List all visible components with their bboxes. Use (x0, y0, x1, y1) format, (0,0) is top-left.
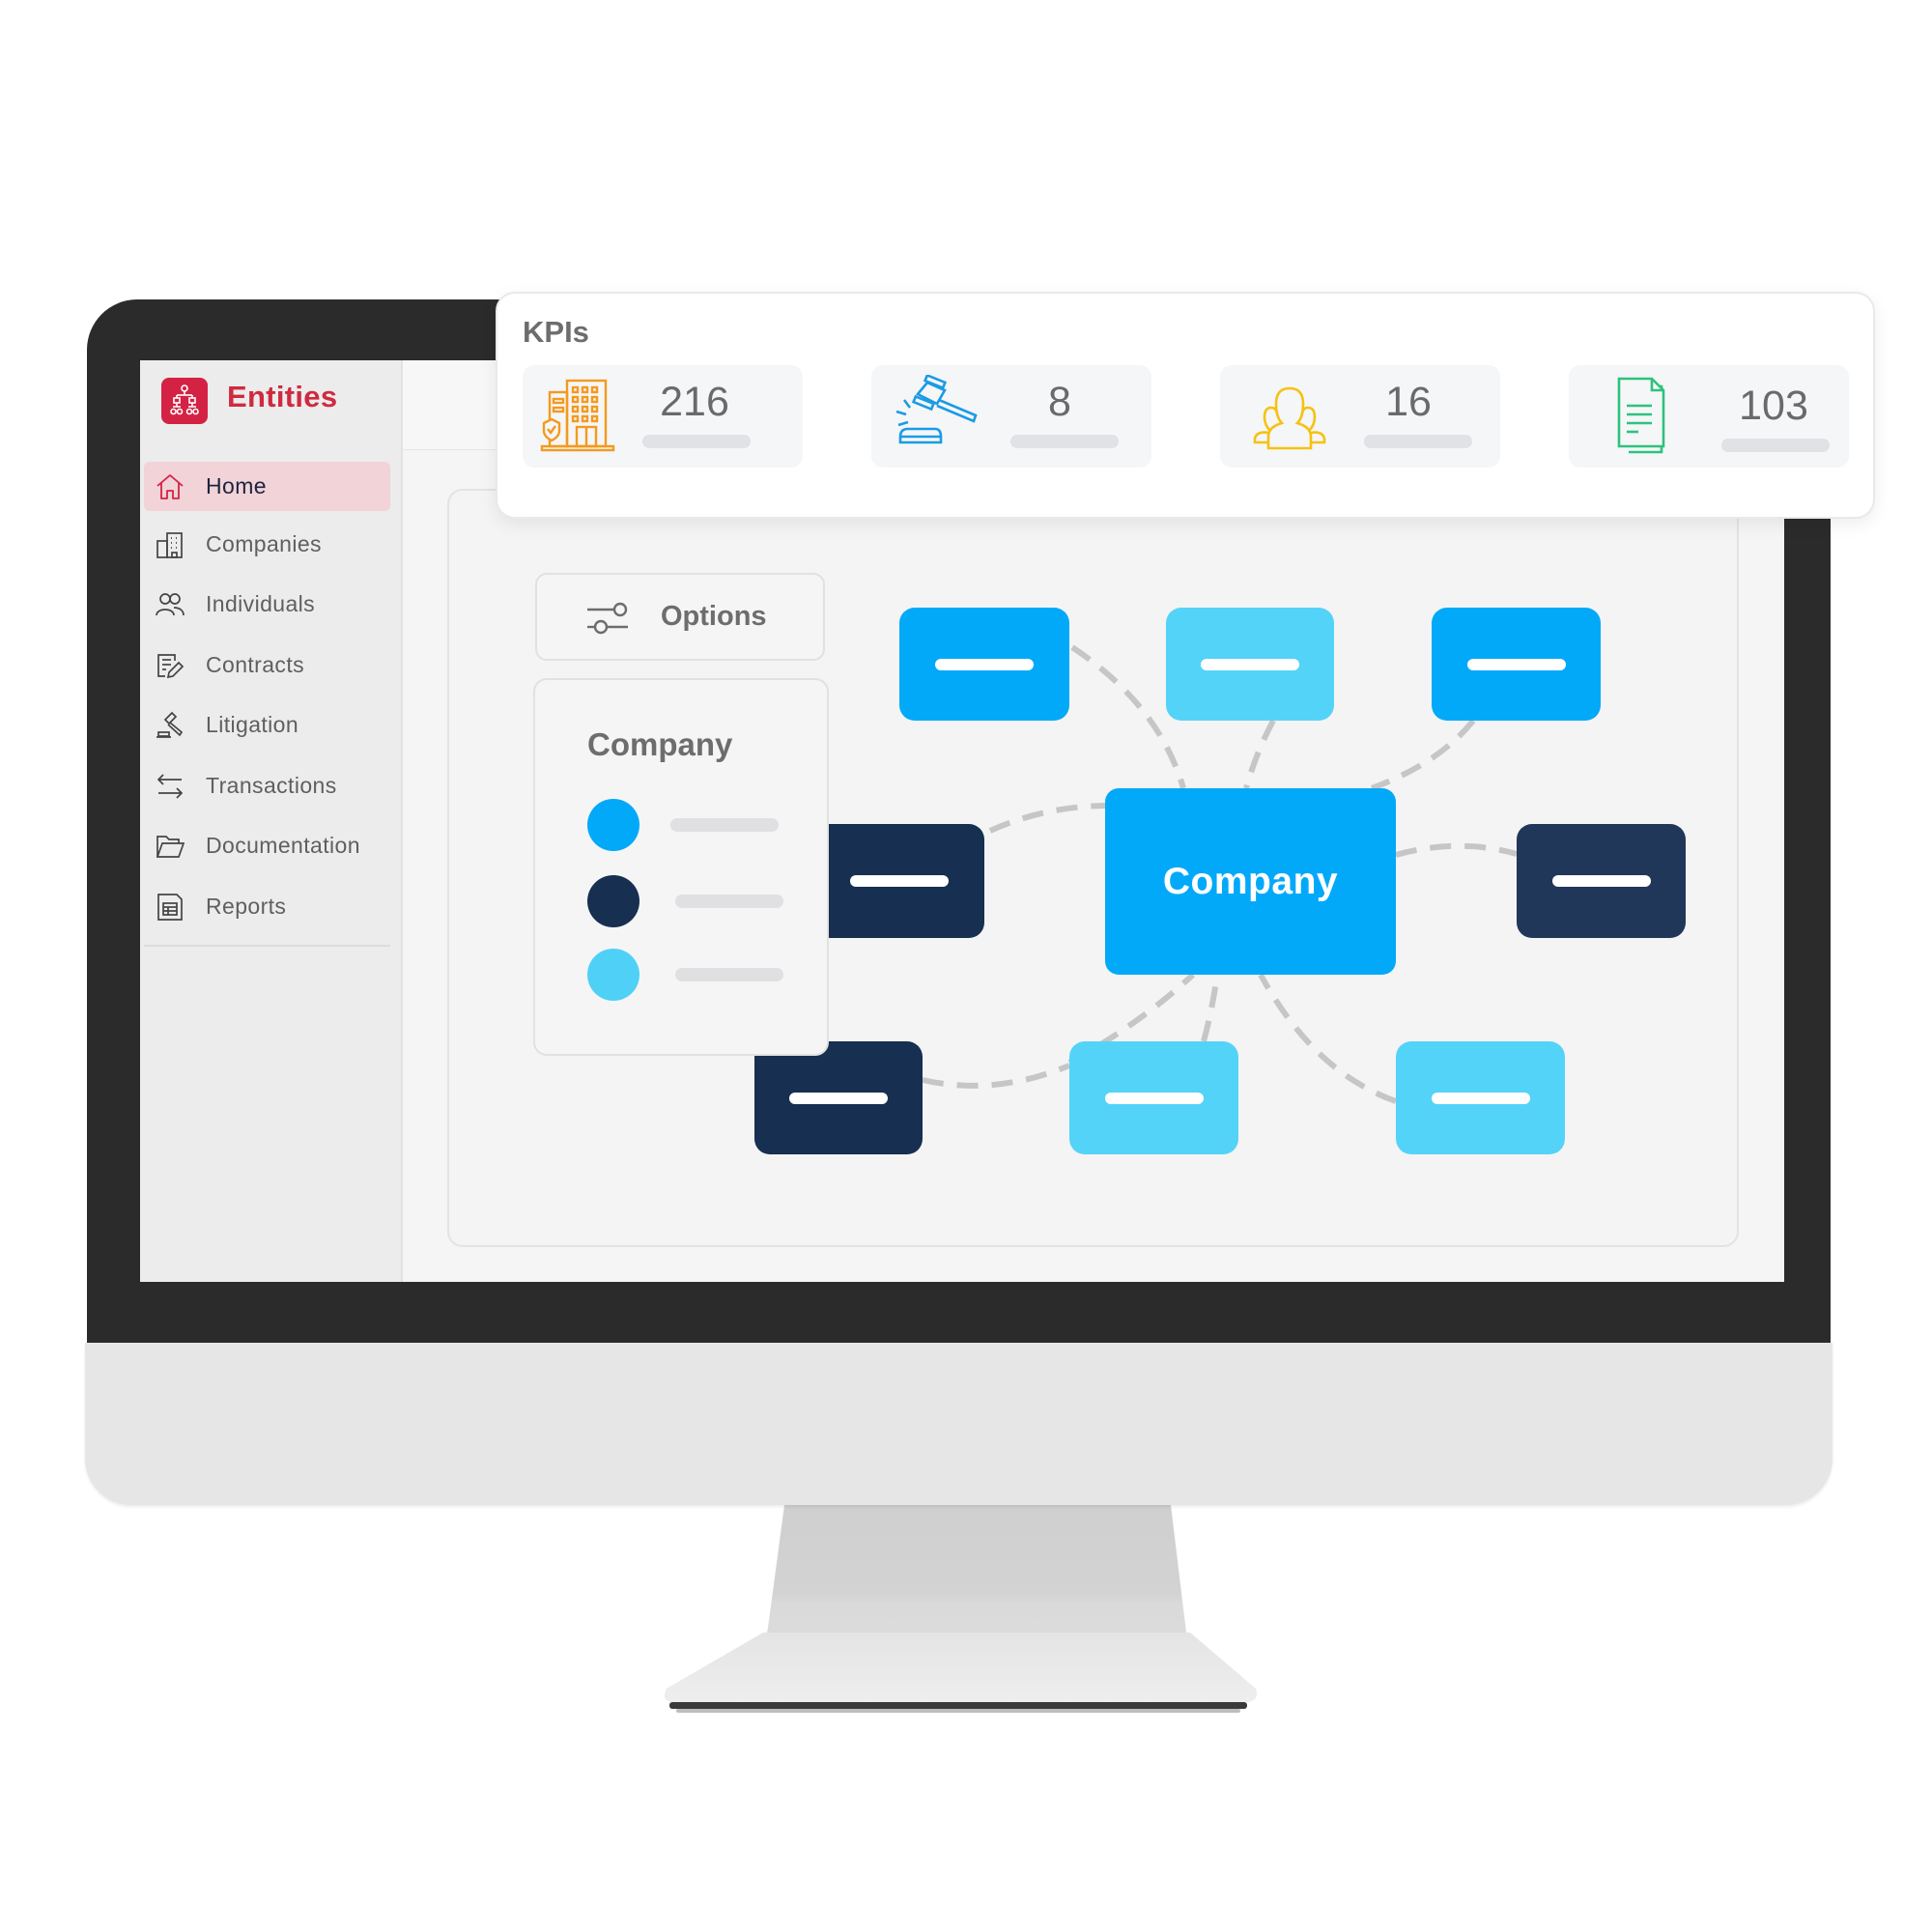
sidebar-item-documentation[interactable]: Documentation (144, 821, 390, 870)
kpi-card-companies[interactable]: 216 (523, 365, 803, 468)
kpi-value: 216 (660, 379, 729, 425)
sidebar: Entities Home Companies Individuals Cont… (140, 360, 403, 1282)
legend-label-placeholder (670, 818, 779, 832)
graph-node-middle-left[interactable] (813, 824, 984, 938)
kpi-card-documents[interactable]: 103 (1569, 365, 1849, 468)
gavel-icon (889, 373, 978, 454)
graph-node-top-left[interactable] (899, 608, 1069, 721)
center-node-label: Company (1162, 860, 1339, 902)
sidebar-item-companies[interactable]: Companies (144, 520, 390, 569)
node-label-placeholder (849, 875, 949, 887)
sidebar-divider (144, 945, 390, 947)
node-label-placeholder (1466, 658, 1566, 670)
building-shield-icon (540, 375, 617, 454)
building-icon (154, 528, 186, 561)
legend-label-placeholder (675, 895, 783, 908)
graph-node-top-right[interactable] (1432, 608, 1601, 721)
kpi-value: 103 (1739, 383, 1808, 429)
transfer-arrows-icon (154, 770, 186, 803)
sidebar-item-reports[interactable]: Reports (144, 882, 390, 931)
report-table-icon (154, 891, 186, 923)
legend-dot-light[interactable] (587, 949, 639, 1001)
graph-node-top-center[interactable] (1166, 608, 1334, 721)
graph-node-middle-right[interactable] (1517, 824, 1686, 938)
sidebar-item-label: Reports (206, 894, 287, 919)
sliders-icon (585, 598, 630, 637)
graph-node-center[interactable]: Company (1105, 788, 1396, 975)
node-label-placeholder (789, 1092, 888, 1104)
node-label-placeholder (1431, 1092, 1530, 1104)
node-label-placeholder (1551, 875, 1651, 887)
sidebar-item-contracts[interactable]: Contracts (144, 640, 390, 690)
sidebar-item-label: Individuals (206, 591, 316, 616)
kpi-label-placeholder (1364, 435, 1472, 448)
sidebar-item-label: Transactions (206, 773, 337, 798)
sidebar-item-home[interactable]: Home (144, 462, 390, 511)
options-label: Options (661, 601, 767, 632)
kpi-label-placeholder (1010, 435, 1119, 448)
kpi-card-individuals[interactable]: 16 (1220, 365, 1500, 468)
node-label-placeholder (1104, 1092, 1204, 1104)
app-title: Entities (227, 380, 338, 413)
folder-icon (154, 830, 186, 863)
sidebar-item-transactions[interactable]: Transactions (144, 761, 390, 810)
sidebar-item-individuals[interactable]: Individuals (144, 580, 390, 629)
legend-dot-blue[interactable] (587, 799, 639, 851)
legend-label-placeholder (675, 968, 783, 981)
legend-dot-navy[interactable] (587, 875, 639, 927)
documents-icon (1613, 375, 1690, 454)
kpi-value: 16 (1385, 379, 1432, 425)
node-label-placeholder (935, 658, 1034, 670)
kpi-panel: KPIs 216 8 16 103 (496, 292, 1875, 519)
contract-edit-icon (154, 649, 186, 682)
options-button[interactable]: Options (535, 573, 825, 661)
kpi-card-litigation[interactable]: 8 (871, 365, 1151, 468)
kpi-label-placeholder (642, 435, 751, 448)
sidebar-item-label: Companies (206, 531, 322, 556)
legend-title: Company (587, 726, 733, 762)
users-icon (154, 588, 186, 621)
monitor-chin (85, 1343, 1833, 1505)
legend-panel: Company (533, 678, 829, 1056)
sidebar-item-litigation[interactable]: Litigation (144, 700, 390, 750)
kpi-value: 8 (1048, 379, 1071, 425)
sidebar-item-label: Documentation (206, 833, 360, 858)
home-icon (154, 470, 186, 503)
graph-node-bottom-center[interactable] (1069, 1041, 1238, 1154)
kpi-title: KPIs (523, 315, 589, 349)
org-chart-icon[interactable] (161, 378, 208, 424)
node-label-placeholder (1201, 658, 1299, 670)
sidebar-item-label: Home (206, 473, 267, 498)
people-group-icon (1249, 375, 1326, 454)
sidebar-item-label: Litigation (206, 712, 299, 737)
graph-node-bottom-left[interactable] (754, 1041, 923, 1154)
graph-node-bottom-right[interactable] (1396, 1041, 1565, 1154)
kpi-label-placeholder (1721, 439, 1830, 452)
sidebar-item-label: Contracts (206, 652, 305, 677)
gavel-icon (154, 709, 186, 742)
